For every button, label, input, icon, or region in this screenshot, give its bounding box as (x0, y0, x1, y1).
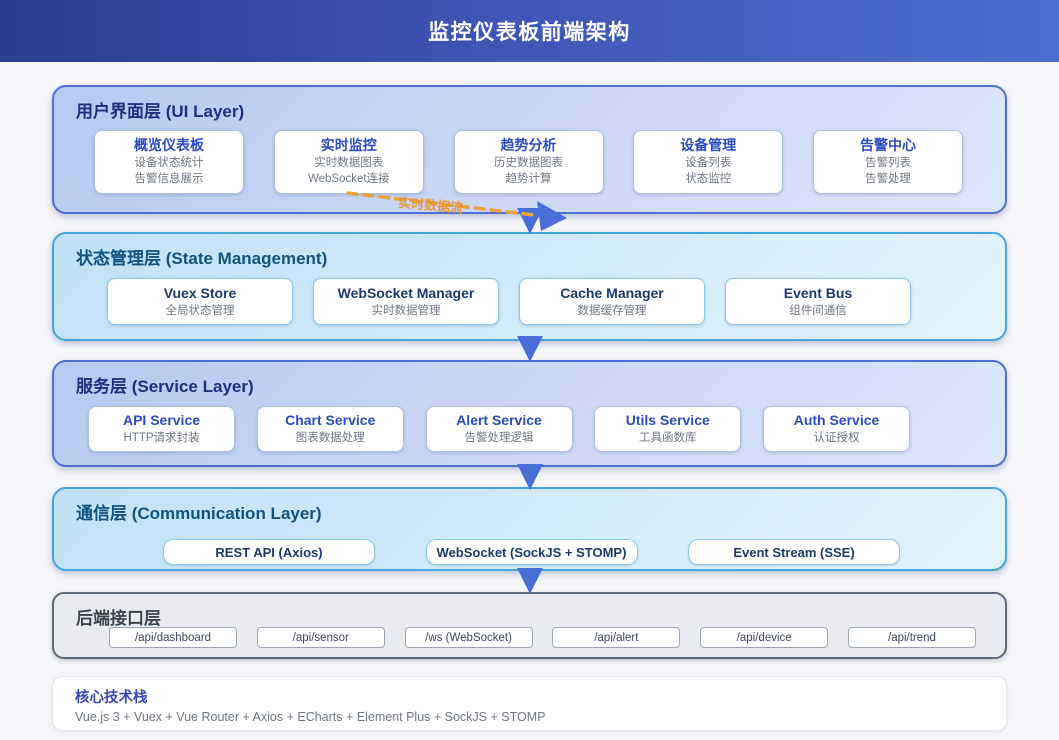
card-title: Utils Service (625, 412, 710, 429)
endpoint-api-trend: /api/trend (847, 627, 976, 648)
card-event-bus: Event Bus 组件间通信 (725, 278, 911, 325)
card-subtitle: WebSocket连接 (307, 173, 390, 186)
card-api-service: API Service HTTP请求封装 (88, 406, 235, 452)
card-subtitle: HTTP请求封装 (123, 432, 200, 445)
card-utils-service: Utils Service 工具函数库 (594, 406, 742, 452)
tech-stack-title: 核心技术栈 (75, 690, 148, 706)
communication-layer: 通信层 (Communication Layer) REST API (Axio… (52, 487, 1007, 571)
state-management-layer: 状态管理层 (State Management) Vuex Store 全局状态… (52, 232, 1007, 341)
endpoint-api-dashboard: /api/dashboard (109, 627, 237, 648)
pill-rest-api: REST API (Axios) (163, 539, 375, 565)
backend-layer-title: 后端接口层 (76, 609, 161, 628)
endpoint-ws-websocket: /ws (WebSocket) (404, 627, 533, 648)
communication-layer-pills: REST API (Axios) WebSocket (SockJS + STO… (54, 539, 1005, 565)
card-subtitle: 实时数据管理 (371, 304, 441, 317)
card-alert-service: Alert Service 告警处理逻辑 (425, 406, 573, 452)
card-trend-analysis: 趋势分析 历史数据图表 趋势计算 (453, 130, 604, 194)
service-layer: 服务层 (Service Layer) API Service HTTP请求封装… (52, 360, 1007, 467)
card-title: WebSocket Manager (337, 284, 475, 301)
card-title: API Service (122, 412, 201, 429)
service-layer-cards: API Service HTTP请求封装 Chart Service 图表数据处… (54, 406, 1005, 452)
card-websocket-manager: WebSocket Manager 实时数据管理 (313, 278, 499, 325)
endpoint-api-alert: /api/alert (552, 627, 681, 648)
card-subtitle: 告警信息展示 (134, 173, 204, 186)
down-arrow-icon (517, 208, 543, 234)
card-title: Event Bus (783, 284, 853, 301)
down-arrow-icon (517, 568, 543, 594)
backend-interface-layer: 后端接口层 /api/dashboard /api/sensor /ws (We… (52, 592, 1007, 659)
card-auth-service: Auth Service 认证授权 (763, 406, 910, 452)
pill-event-stream: Event Stream (SSE) (688, 539, 900, 565)
card-subtitle: 状态监控 (685, 173, 732, 186)
card-title: 告警中心 (860, 136, 916, 153)
ui-layer-title: 用户界面层 (UI Layer) (76, 102, 245, 121)
endpoint-api-sensor: /api/sensor (256, 627, 385, 648)
tech-stack-card: 核心技术栈 Vue.js 3 + Vuex + Vue Router + Axi… (52, 676, 1007, 731)
card-title: Alert Service (456, 412, 542, 429)
card-subtitle: 全局状态管理 (165, 304, 235, 317)
card-subtitle: 数据缓存管理 (577, 304, 647, 317)
card-subtitle: 工具函数库 (639, 432, 697, 445)
page-title: 监控仪表板前端架构 (428, 21, 631, 44)
card-title: 实时监控 (320, 136, 377, 153)
state-layer-title: 状态管理层 (State Management) (76, 249, 328, 268)
communication-layer-title: 通信层 (Communication Layer) (76, 504, 322, 523)
ui-layer-cards: 概览仪表板 设备状态统计 告警信息展示 实时监控 实时数据图表 WebSocke… (54, 130, 1005, 194)
card-device-management: 设备管理 设备列表 状态监控 (633, 130, 784, 194)
card-realtime-monitor: 实时监控 实时数据图表 WebSocket连接 (273, 130, 424, 194)
architecture-diagram: 监控仪表板前端架构 用户界面层 (UI Layer) 概览仪表板 设备状态统计 … (0, 0, 1059, 740)
card-subtitle: 认证授权 (813, 432, 860, 445)
card-title: Chart Service (285, 412, 376, 429)
card-overview-dashboard: 概览仪表板 设备状态统计 告警信息展示 (94, 130, 244, 194)
pill-websocket: WebSocket (SockJS + STOMP) (425, 539, 638, 565)
header-banner: 监控仪表板前端架构 (0, 0, 1059, 62)
card-subtitle: 组件间通信 (789, 304, 847, 317)
card-subtitle: 告警列表 (865, 156, 911, 169)
card-title: 趋势分析 (500, 136, 557, 153)
card-subtitle: 设备列表 (685, 156, 732, 169)
down-arrow-icon (517, 464, 543, 490)
card-subtitle: 图表数据处理 (295, 432, 365, 445)
card-subtitle: 告警处理 (865, 173, 911, 186)
endpoint-api-device: /api/device (700, 627, 829, 648)
card-subtitle: 趋势计算 (505, 173, 552, 186)
backend-endpoints: /api/dashboard /api/sensor /ws (WebSocke… (54, 627, 1005, 648)
state-layer-cards: Vuex Store 全局状态管理 WebSocket Manager 实时数据… (54, 278, 1005, 325)
card-cache-manager: Cache Manager 数据缓存管理 (519, 278, 705, 325)
card-subtitle: 设备状态统计 (134, 156, 204, 169)
card-subtitle: 历史数据图表 (494, 156, 563, 169)
ui-layer: 用户界面层 (UI Layer) 概览仪表板 设备状态统计 告警信息展示 实时监… (52, 85, 1007, 214)
card-subtitle: 告警处理逻辑 (464, 432, 534, 445)
card-title: 概览仪表板 (134, 136, 204, 153)
down-arrow-icon (517, 336, 543, 362)
card-title: Auth Service (793, 412, 880, 429)
card-title: 设备管理 (680, 136, 737, 153)
card-title: Vuex Store (163, 284, 237, 301)
card-subtitle: 实时数据图表 (314, 156, 384, 169)
tech-stack-items: Vue.js 3 + Vuex + Vue Router + Axios + E… (75, 710, 546, 724)
service-layer-title: 服务层 (Service Layer) (76, 377, 254, 396)
card-title: Cache Manager (560, 284, 664, 301)
card-vuex-store: Vuex Store 全局状态管理 (107, 278, 293, 325)
card-chart-service: Chart Service 图表数据处理 (256, 406, 404, 452)
card-alert-center: 告警中心 告警列表 告警处理 (813, 130, 963, 194)
